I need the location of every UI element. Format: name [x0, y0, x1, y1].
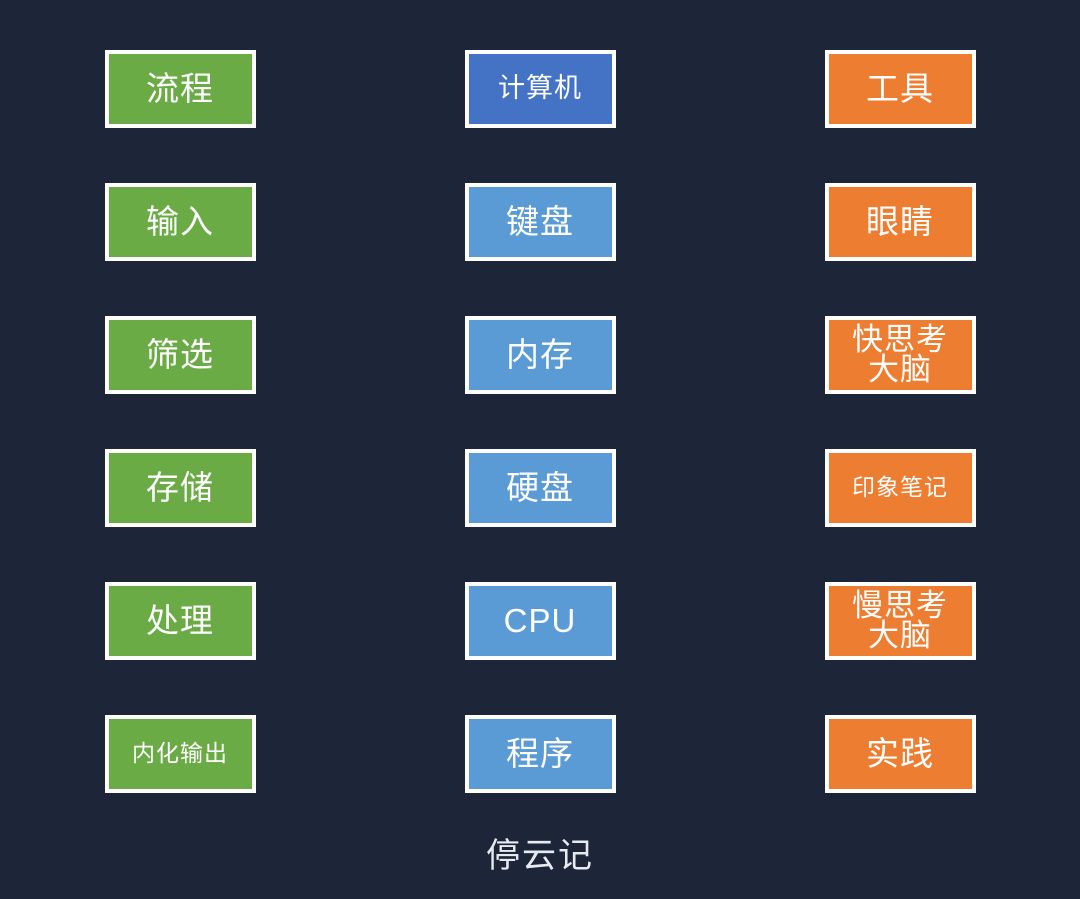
node-process-5[interactable]: 处理: [104, 582, 256, 660]
node-computer-6[interactable]: 程序: [464, 715, 616, 793]
node-label: 慢思考 大脑: [852, 587, 948, 653]
cell-r5c2: CPU: [360, 582, 720, 715]
cell-r5c1: 处理: [0, 582, 360, 715]
node-label: 工具: [866, 70, 934, 108]
node-label: 筛选: [146, 336, 214, 374]
node-human-1[interactable]: 工具: [824, 50, 976, 128]
node-human-6[interactable]: 实践: [824, 715, 976, 793]
node-human-4[interactable]: 印象笔记: [824, 449, 976, 527]
cell-r3c1: 筛选: [0, 316, 360, 449]
diagram-canvas: 流程 计算机 工具 输入 键盘 眼睛 筛选 内存 快思考 大脑 存储 硬盘 印象…: [0, 0, 1080, 899]
node-human-5[interactable]: 慢思考 大脑: [824, 582, 976, 660]
node-computer-5[interactable]: CPU: [464, 582, 616, 660]
cell-r4c3: 印象笔记: [720, 449, 1080, 582]
cell-r3c2: 内存: [360, 316, 720, 449]
node-computer-1[interactable]: 计算机: [464, 50, 616, 128]
cell-r1c3: 工具: [720, 50, 1080, 183]
node-process-1[interactable]: 流程: [104, 50, 256, 128]
node-label: 处理: [146, 602, 214, 640]
diagram-caption: 停云记: [486, 837, 594, 875]
cell-r4c1: 存储: [0, 449, 360, 582]
node-label: 眼睛: [866, 203, 934, 241]
node-label: 印象笔记: [852, 474, 948, 501]
node-human-3[interactable]: 快思考 大脑: [824, 316, 976, 394]
node-label: 键盘: [506, 203, 574, 241]
node-label: 程序: [506, 735, 574, 773]
cell-r2c3: 眼睛: [720, 183, 1080, 316]
node-label: 内存: [506, 336, 574, 374]
node-label: 存储: [146, 469, 214, 507]
node-label: CPU: [503, 602, 577, 640]
node-process-3[interactable]: 筛选: [104, 316, 256, 394]
node-computer-3[interactable]: 内存: [464, 316, 616, 394]
cell-r4c2: 硬盘: [360, 449, 720, 582]
node-computer-4[interactable]: 硬盘: [464, 449, 616, 527]
cell-r5c3: 慢思考 大脑: [720, 582, 1080, 715]
node-label: 实践: [866, 735, 934, 773]
node-label: 流程: [146, 70, 214, 108]
node-process-4[interactable]: 存储: [104, 449, 256, 527]
cell-r3c3: 快思考 大脑: [720, 316, 1080, 449]
node-label: 快思考 大脑: [852, 321, 948, 387]
node-label: 硬盘: [506, 469, 574, 507]
node-process-6[interactable]: 内化输出: [104, 715, 256, 793]
node-process-2[interactable]: 输入: [104, 183, 256, 261]
cell-r2c1: 输入: [0, 183, 360, 316]
node-label: 输入: [146, 203, 214, 241]
node-grid: 流程 计算机 工具 输入 键盘 眼睛 筛选 内存 快思考 大脑 存储 硬盘 印象…: [0, 0, 1080, 820]
cell-r2c2: 键盘: [360, 183, 720, 316]
cell-r1c2: 计算机: [360, 50, 720, 183]
node-computer-2[interactable]: 键盘: [464, 183, 616, 261]
node-label: 内化输出: [132, 740, 228, 767]
cell-r1c1: 流程: [0, 50, 360, 183]
node-label: 计算机: [498, 73, 582, 104]
node-human-2[interactable]: 眼睛: [824, 183, 976, 261]
